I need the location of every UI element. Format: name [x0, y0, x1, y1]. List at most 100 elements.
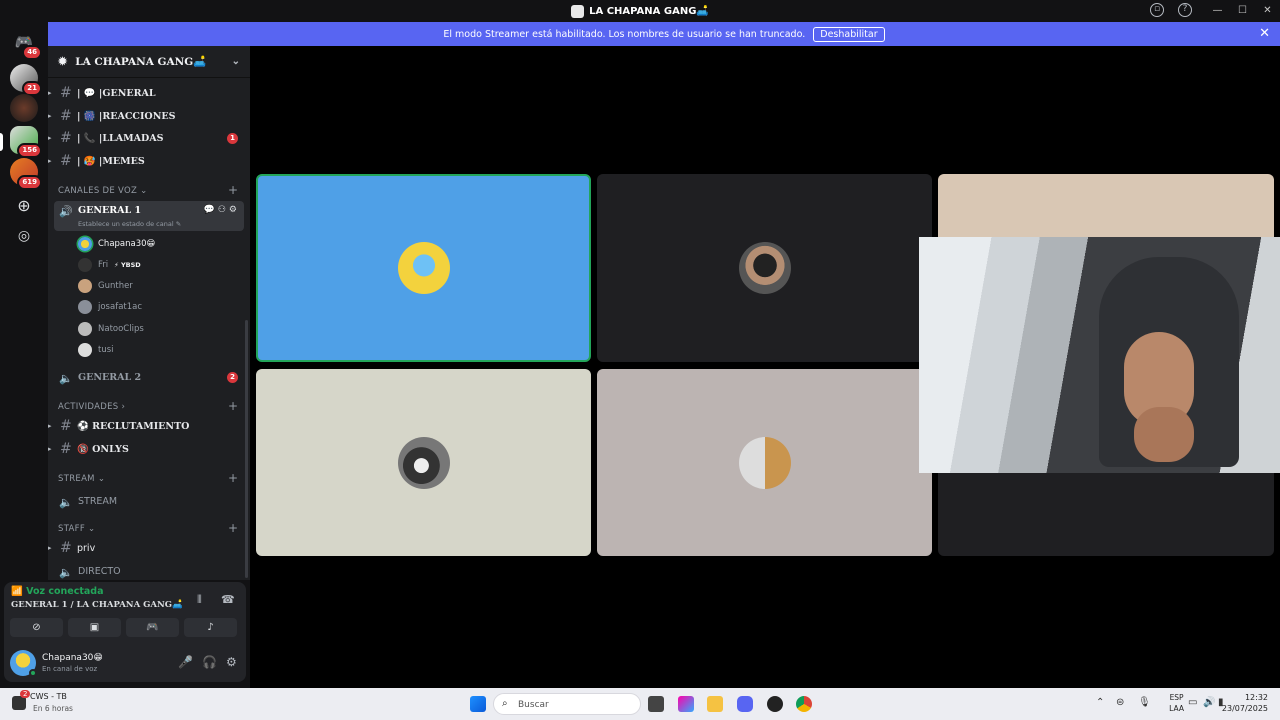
- voice-channel-directo[interactable]: 🔈 DIRECTO: [54, 562, 244, 580]
- avatar: [78, 343, 92, 357]
- tray-overflow-icon[interactable]: ⌃: [1096, 697, 1104, 708]
- notification-badge: 2: [20, 690, 31, 698]
- mention-badge: 1: [227, 132, 238, 144]
- voice-user[interactable]: Gunther: [78, 276, 133, 296]
- channel-reacciones[interactable]: ▸ # | 🎆 |REACCIONES: [48, 105, 250, 127]
- screen-share-button[interactable]: ▣: [68, 618, 121, 637]
- camera-off-button[interactable]: ⊘: [10, 618, 63, 637]
- voice-user[interactable]: josafat1ac: [78, 297, 142, 317]
- chrome-icon[interactable]: [796, 696, 812, 712]
- participant-tile[interactable]: [597, 174, 932, 362]
- add-channel-icon[interactable]: +: [228, 399, 238, 413]
- settings-icon[interactable]: ⚙: [226, 655, 237, 669]
- add-server-icon[interactable]: ⊕: [10, 192, 38, 220]
- close-window-icon[interactable]: ✕: [1255, 0, 1280, 22]
- mic-tray-icon[interactable]: 🎙: [1138, 697, 1151, 708]
- streamer-message: El modo Streamer está habilitado. Los no…: [443, 28, 806, 40]
- voice-user[interactable]: Chapana30😁: [78, 234, 155, 254]
- discord-taskbar-icon[interactable]: [737, 696, 753, 712]
- copilot-icon[interactable]: [678, 696, 694, 712]
- add-channel-icon[interactable]: +: [228, 183, 238, 197]
- windows-taskbar: 2 CWS - TB En 6 horas Buscar ⌕ ⌃ ⊜ 🎙 ESP…: [0, 688, 1280, 720]
- channel-llamadas[interactable]: ▸ # | 📞 |LLAMADAS 1: [48, 127, 250, 149]
- category-stream[interactable]: STREAM ⌄: [58, 474, 105, 484]
- close-banner-icon[interactable]: ✕: [1259, 26, 1270, 41]
- direct-messages-icon[interactable]: 🎮 46: [10, 28, 42, 60]
- participant-tile[interactable]: [256, 369, 591, 556]
- noise-suppression-icon[interactable]: ⦀: [197, 593, 202, 607]
- avatar: [738, 242, 791, 294]
- speaker-icon: 🔈: [59, 566, 73, 579]
- add-channel-icon[interactable]: +: [228, 521, 238, 535]
- inbox-icon[interactable]: ▫: [1150, 3, 1164, 17]
- add-channel-icon[interactable]: +: [228, 471, 238, 485]
- taskbar-search[interactable]: Buscar: [493, 693, 641, 715]
- activity-button[interactable]: 🎮: [126, 618, 179, 637]
- category-canales-de-voz[interactable]: CANALES DE VOZ ⌄: [58, 186, 148, 196]
- voice-connected-channel[interactable]: GENERAL 1 / LA CHAPANA GANG🛋️: [11, 600, 183, 610]
- avatar: [397, 242, 450, 294]
- task-view-icon[interactable]: [648, 696, 664, 712]
- server-icon-1[interactable]: 21: [10, 64, 42, 96]
- channel-reclutamiento[interactable]: ▸ # ⚽ RECLUTAMIENTO: [48, 415, 250, 437]
- help-icon[interactable]: ?: [1178, 3, 1192, 17]
- participant-tile[interactable]: [597, 369, 932, 556]
- channel-onlys[interactable]: ▸ # 🔞 ONLYS: [48, 438, 250, 460]
- maximize-icon[interactable]: ☐: [1230, 0, 1255, 22]
- file-explorer-icon[interactable]: [707, 696, 723, 712]
- search-icon: ⌕: [502, 698, 508, 709]
- speaker-icon: 🔈: [59, 496, 73, 509]
- avatar: [397, 436, 450, 489]
- online-status-icon: [29, 669, 37, 677]
- hash-icon: #: [60, 418, 72, 434]
- channel-memes[interactable]: ▸ # | 🥵 |MEMES: [48, 150, 250, 172]
- soundboard-button[interactable]: ♪: [184, 618, 237, 637]
- channel-general[interactable]: ▸ # | 💬 |GENERAL: [48, 82, 250, 104]
- hash-icon: #: [60, 130, 72, 146]
- voice-channel-general-1[interactable]: 🔊 GENERAL 1 Establece un estado de canal…: [54, 201, 244, 231]
- channel-priv[interactable]: ▸ # priv: [48, 537, 250, 559]
- display-icon[interactable]: ▭: [1188, 697, 1197, 708]
- network-icon[interactable]: ⊜: [1116, 697, 1124, 708]
- windows-start-icon[interactable]: [470, 696, 486, 712]
- hash-icon: #: [60, 85, 72, 101]
- app-icon[interactable]: [12, 696, 26, 710]
- server-icon-2[interactable]: [10, 94, 38, 122]
- server-name: LA CHAPANA GANG🛋️: [75, 56, 207, 68]
- hash-icon: #: [60, 108, 72, 124]
- clock[interactable]: 12:32 23/07/2025: [1222, 692, 1268, 714]
- server-header[interactable]: ✹ LA CHAPANA GANG🛋️ ⌄: [48, 46, 250, 78]
- app-taskbar-icon[interactable]: [767, 696, 783, 712]
- channel-status[interactable]: Establece un estado de canal ✎: [78, 220, 181, 228]
- avatar: [78, 258, 92, 272]
- voice-user[interactable]: tusi: [78, 340, 114, 360]
- participant-tile-speaking[interactable]: [256, 174, 591, 362]
- hash-icon: #: [60, 153, 72, 169]
- voice-channel-stream[interactable]: 🔈 STREAM: [54, 492, 244, 514]
- channel-actions-icons[interactable]: 💬⚇⚙: [204, 205, 240, 215]
- window-title: LA CHAPANA GANG🛋️: [589, 5, 709, 17]
- avatar: [78, 237, 92, 251]
- minimize-icon[interactable]: —: [1205, 0, 1230, 22]
- sidebar-scrollbar[interactable]: [245, 320, 248, 578]
- hash-icon: #: [60, 540, 72, 556]
- headphones-icon[interactable]: 🎧: [202, 655, 217, 669]
- mention-badge: 2: [227, 371, 238, 383]
- language-indicator[interactable]: ESP LAA: [1169, 692, 1184, 714]
- voice-user[interactable]: Fri ⚡ YBSD: [78, 255, 141, 275]
- microphone-icon[interactable]: 🎤: [178, 655, 193, 669]
- discover-icon[interactable]: ◎: [10, 222, 38, 250]
- dm-badge: 46: [22, 45, 42, 60]
- title-bar: LA CHAPANA GANG🛋️ ▫ ? — ☐ ✕: [0, 0, 1280, 22]
- taskbar-app-label[interactable]: CWS - TB: [30, 692, 67, 701]
- avatar: [738, 436, 791, 489]
- disconnect-icon[interactable]: ☎: [221, 593, 235, 606]
- category-staff[interactable]: STAFF ⌄: [58, 524, 95, 534]
- server-icon-4[interactable]: 619: [10, 158, 42, 190]
- search-placeholder: Buscar: [518, 700, 549, 710]
- category-actividades[interactable]: ACTIVIDADES ›: [58, 402, 125, 412]
- server-icon-la-chapana[interactable]: 156: [10, 126, 42, 158]
- disable-streamer-button[interactable]: Deshabilitar: [813, 26, 885, 42]
- volume-icon[interactable]: 🔊: [1203, 697, 1215, 708]
- voice-user[interactable]: NatooClips: [78, 319, 144, 339]
